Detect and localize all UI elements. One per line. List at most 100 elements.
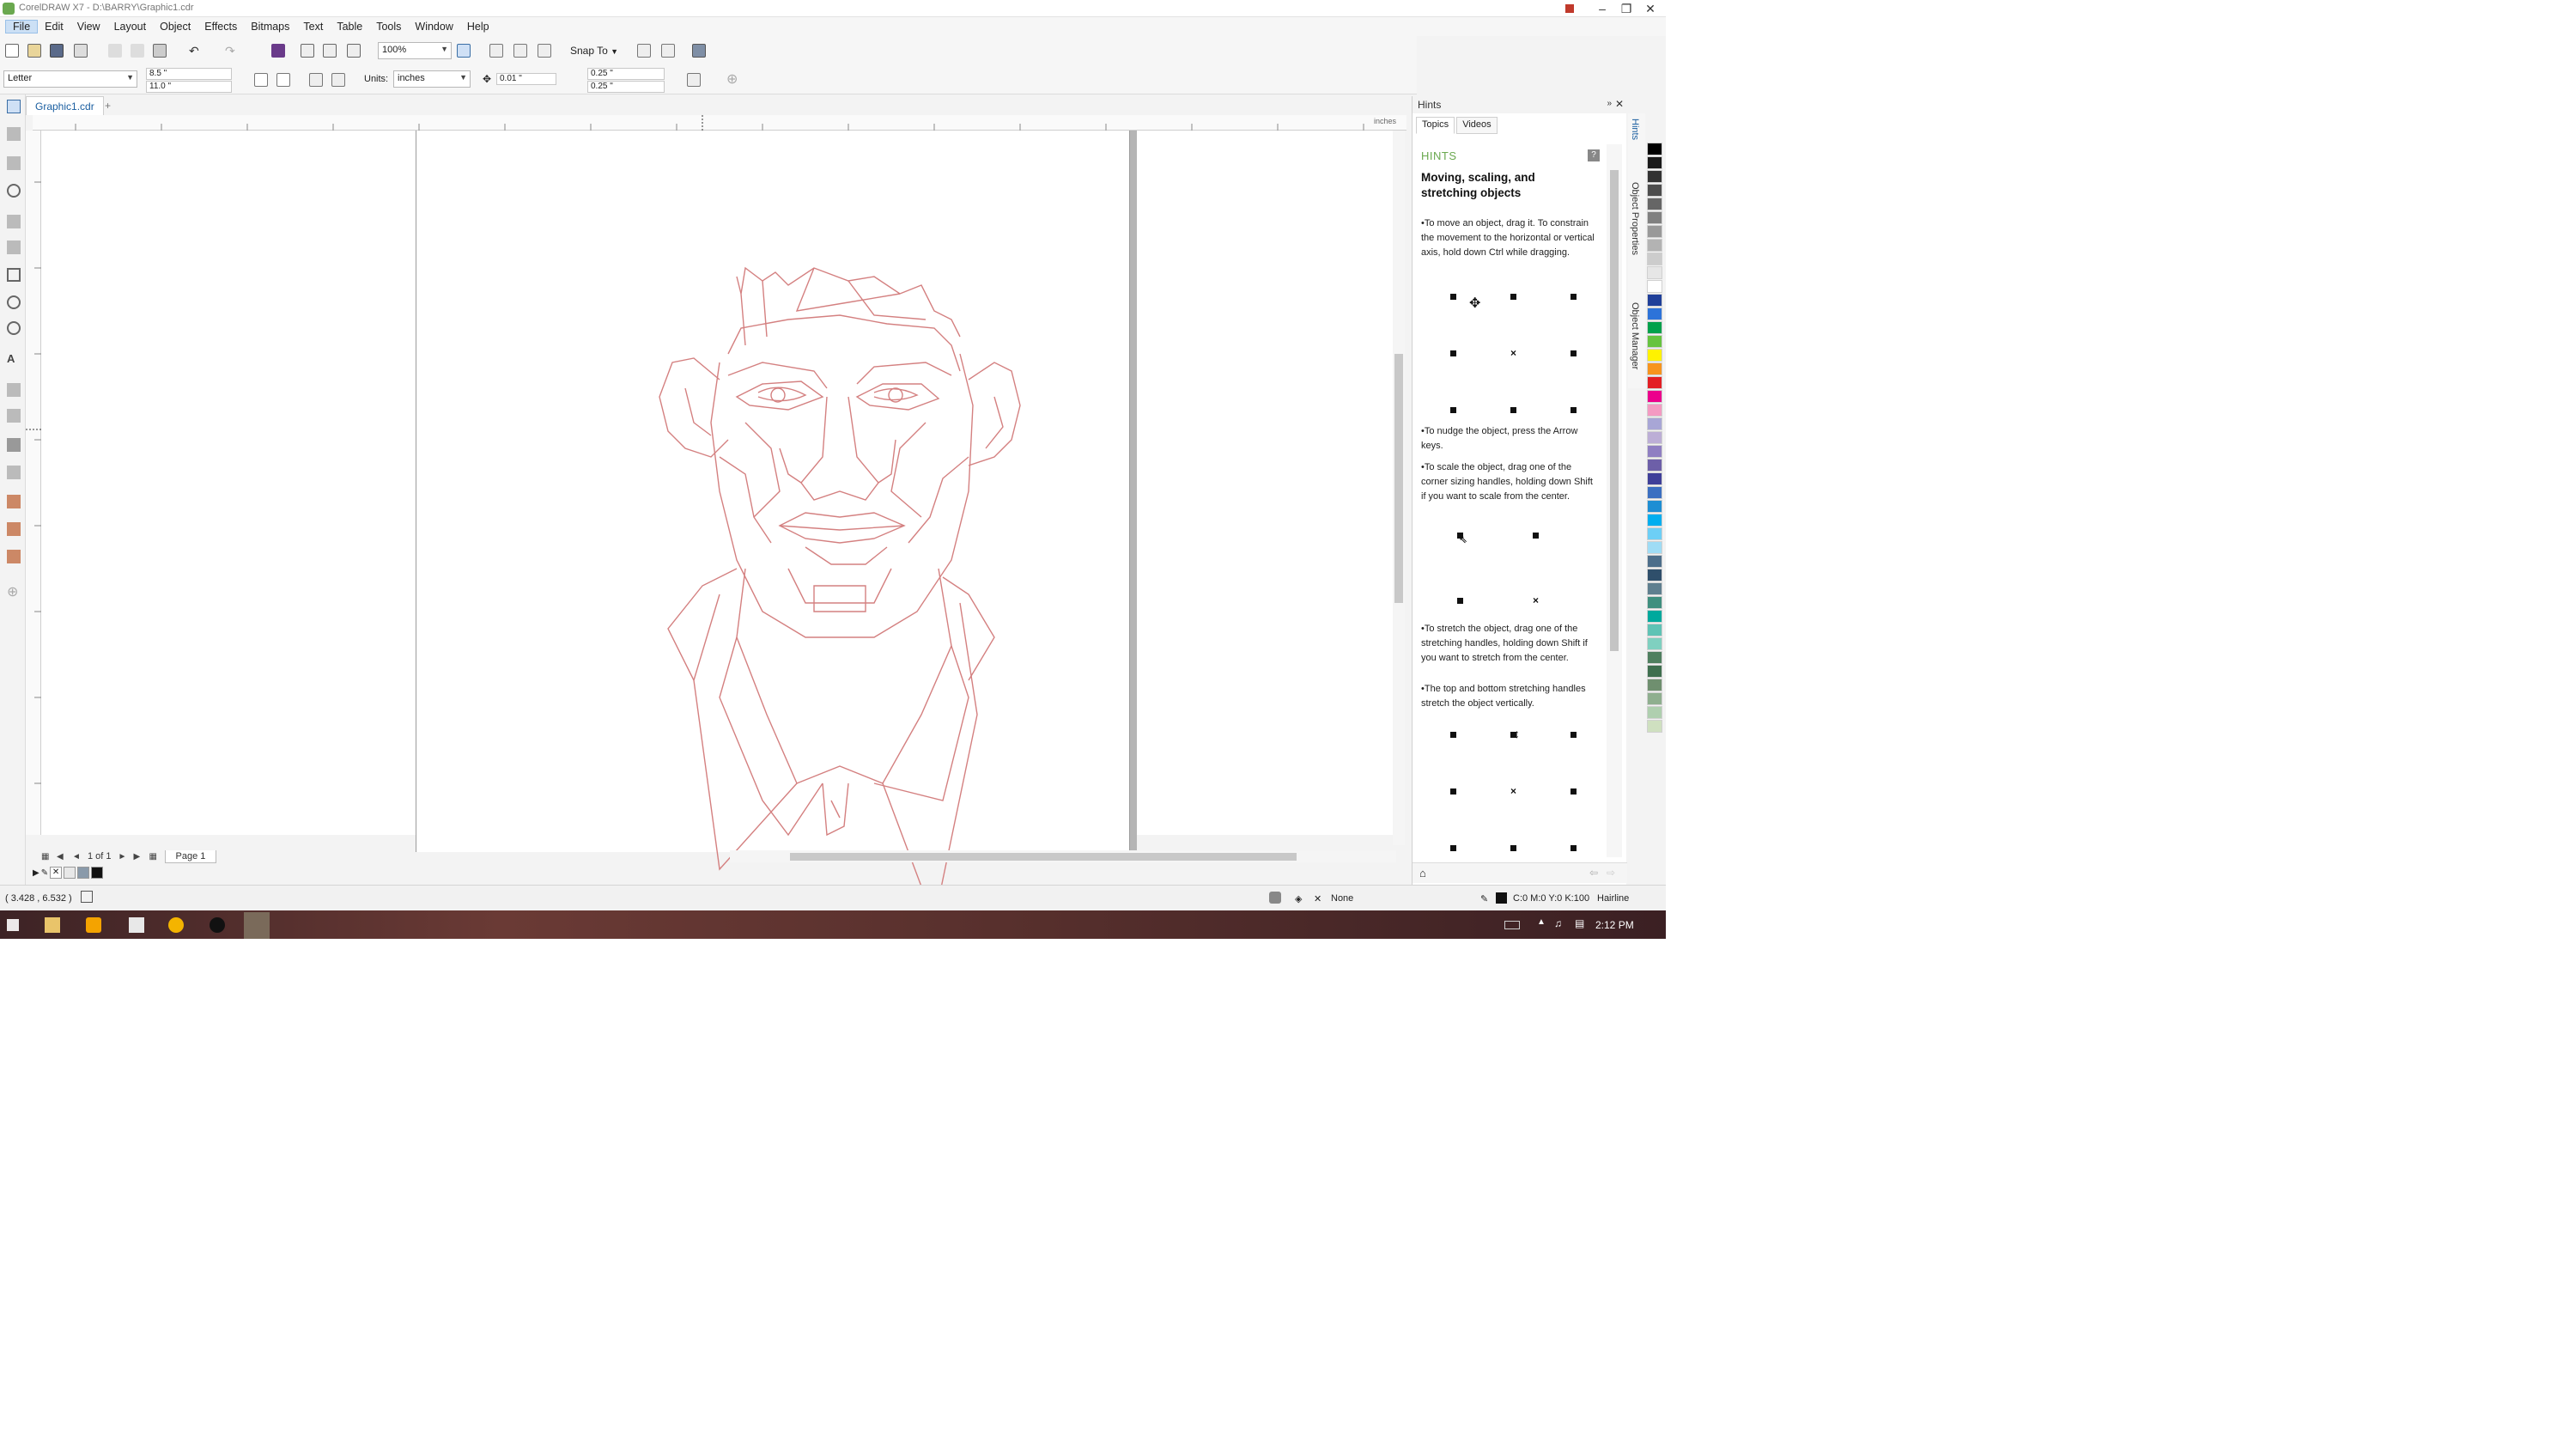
parallel-dimension-tool-icon[interactable] <box>7 383 21 397</box>
palette-swatch[interactable] <box>1647 170 1662 183</box>
options-icon[interactable] <box>637 44 651 58</box>
palette-swatch[interactable] <box>1647 198 1662 210</box>
new-tab-icon[interactable]: + <box>105 100 117 112</box>
menu-edit[interactable]: Edit <box>38 21 70 33</box>
previous-page-icon[interactable]: ◄ <box>72 852 81 861</box>
menu-table[interactable]: Table <box>330 21 369 33</box>
palette-swatch[interactable] <box>1647 651 1662 664</box>
palette-swatch[interactable] <box>1647 211 1662 224</box>
menu-text[interactable]: Text <box>296 21 330 33</box>
palette-swatch[interactable] <box>1647 184 1662 197</box>
palette-swatch[interactable] <box>1647 541 1662 554</box>
add-property-icon[interactable]: ⊕ <box>726 73 740 87</box>
color-proof-icon[interactable] <box>1269 892 1281 904</box>
palette-swatch[interactable] <box>1647 390 1662 403</box>
open-icon[interactable] <box>27 44 41 58</box>
swatch-black[interactable] <box>91 867 104 879</box>
media-player-icon[interactable] <box>210 917 225 933</box>
smart-fill-tool-icon[interactable] <box>7 550 21 563</box>
welcome-screen-icon[interactable] <box>692 44 706 58</box>
palette-swatch[interactable] <box>1647 610 1662 623</box>
palette-swatch[interactable] <box>1647 692 1662 705</box>
add-page-icon[interactable]: ▦ <box>149 852 158 861</box>
next-page-icon[interactable]: ► <box>118 852 127 861</box>
shape-tool-icon[interactable] <box>7 127 21 141</box>
side-tab-hints[interactable]: Hints <box>1630 119 1640 140</box>
app-taskbar-icon[interactable] <box>86 917 101 933</box>
menu-object[interactable]: Object <box>153 21 197 33</box>
text-tool-icon[interactable]: A <box>7 352 21 366</box>
landscape-orientation-icon[interactable] <box>276 73 290 87</box>
add-tool-icon[interactable]: ⊕ <box>7 586 21 600</box>
publish-pdf-icon[interactable] <box>347 44 361 58</box>
palette-swatch[interactable] <box>1647 239 1662 252</box>
line-art-portrait[interactable] <box>591 234 1054 939</box>
palette-swatch[interactable] <box>1647 486 1662 499</box>
all-pages-icon[interactable] <box>309 73 323 87</box>
zoom-level-combo[interactable]: 100% ▼ <box>378 42 452 59</box>
side-tab-object-manager[interactable]: Object Manager <box>1630 302 1640 369</box>
document-tab[interactable]: Graphic1.cdr <box>26 96 104 115</box>
full-screen-preview-icon[interactable] <box>457 44 471 58</box>
paste-icon[interactable] <box>153 44 167 58</box>
palette-swatch[interactable] <box>1647 156 1662 169</box>
duplicate-x-field[interactable]: 0.25 " <box>587 68 665 80</box>
palette-swatch[interactable] <box>1647 555 1662 568</box>
coreldraw-taskbar-icon[interactable] <box>244 912 270 939</box>
docker-close-icon[interactable]: ✕ <box>1615 98 1624 110</box>
palette-swatch[interactable] <box>1647 349 1662 362</box>
palette-swatch[interactable] <box>1647 527 1662 540</box>
freehand-tool-icon[interactable] <box>7 215 21 228</box>
hints-help-icon[interactable]: ? <box>1588 149 1600 161</box>
menu-help[interactable]: Help <box>460 21 496 33</box>
swatch-gray[interactable] <box>77 867 90 879</box>
palette-swatch[interactable] <box>1647 514 1662 527</box>
palette-swatch[interactable] <box>1647 679 1662 691</box>
menu-effects[interactable]: Effects <box>197 21 244 33</box>
palette-swatch[interactable] <box>1647 321 1662 334</box>
save-icon[interactable] <box>50 44 64 58</box>
swatch-white[interactable] <box>64 867 76 879</box>
tray-expand-icon[interactable]: ▲ <box>1537 917 1552 933</box>
import-icon[interactable] <box>301 44 314 58</box>
rectangle-tool-icon[interactable] <box>7 268 21 282</box>
zoom-tool-icon[interactable] <box>7 184 21 198</box>
palette-swatch[interactable] <box>1647 665 1662 678</box>
vertical-ruler[interactable] <box>26 131 41 835</box>
palette-swatch[interactable] <box>1647 280 1662 293</box>
palette-swatch[interactable] <box>1647 500 1662 513</box>
duplicate-y-field[interactable]: 0.25 " <box>587 81 665 93</box>
palette-swatch[interactable] <box>1647 307 1662 320</box>
show-guidelines-icon[interactable] <box>538 44 551 58</box>
volume-icon[interactable]: ♫ <box>1554 917 1570 933</box>
file-explorer-icon[interactable] <box>45 917 60 933</box>
units-combo[interactable]: inches ▼ <box>393 70 471 88</box>
first-page-icon[interactable]: ◀ <box>57 852 65 861</box>
menu-bitmaps[interactable]: Bitmaps <box>244 21 296 33</box>
copy-icon[interactable] <box>131 44 144 58</box>
palette-swatch[interactable] <box>1647 472 1662 485</box>
palette-swatch[interactable] <box>1647 459 1662 472</box>
portrait-orientation-icon[interactable] <box>254 73 268 87</box>
forward-icon[interactable]: ⇨ <box>1607 867 1615 879</box>
redo-icon[interactable]: ↷ <box>225 44 239 58</box>
palette-swatch[interactable] <box>1647 253 1662 265</box>
no-color-swatch[interactable]: ✕ <box>50 867 63 879</box>
hints-scrollbar[interactable] <box>1607 144 1622 857</box>
new-document-icon[interactable] <box>5 44 19 58</box>
show-grid-icon[interactable] <box>513 44 527 58</box>
home-icon[interactable]: ⌂ <box>1419 867 1426 880</box>
page-size-combo[interactable]: Letter ▼ <box>3 70 137 88</box>
drop-shadow-tool-icon[interactable] <box>7 438 21 452</box>
start-button-icon[interactable] <box>7 919 19 931</box>
restore-button[interactable]: ❐ <box>1614 0 1638 17</box>
last-page-icon[interactable]: ▶ <box>134 852 143 861</box>
chrome-icon[interactable] <box>168 917 184 933</box>
page-tab[interactable]: Page 1 <box>164 849 217 863</box>
palette-swatch[interactable] <box>1647 417 1662 430</box>
eyedropper-icon[interactable]: ✎ <box>41 868 48 878</box>
account-icon[interactable] <box>1558 0 1582 17</box>
back-icon[interactable]: ⇦ <box>1589 867 1598 879</box>
horizontal-scroll-thumb[interactable] <box>790 853 1297 861</box>
palette-swatch[interactable] <box>1647 143 1662 155</box>
